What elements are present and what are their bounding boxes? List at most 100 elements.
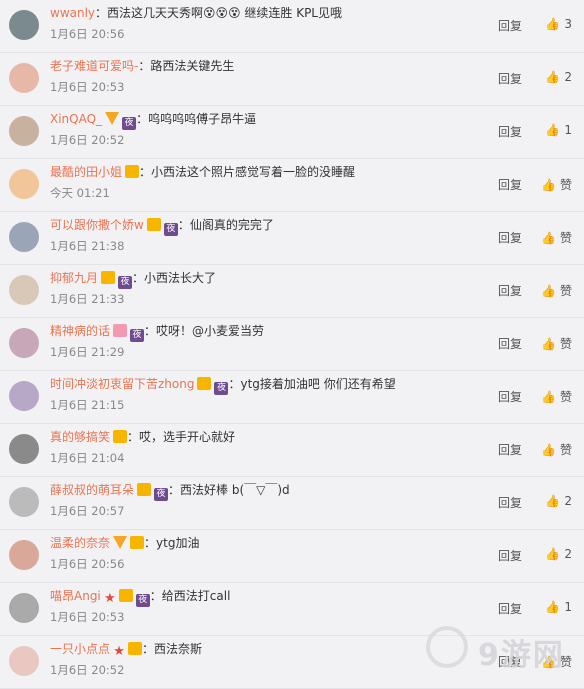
like-button[interactable]: 👍 2 (545, 494, 572, 508)
avatar[interactable] (9, 116, 39, 146)
comment-line: 喵昂Angi ★ 夜：给西法打call (50, 588, 474, 607)
avatar[interactable] (9, 328, 39, 358)
avatar[interactable] (9, 275, 39, 305)
night-badge-icon: 夜 (154, 488, 169, 501)
like-count: 1 (564, 600, 572, 614)
like-button[interactable]: 👍 1 (545, 600, 572, 614)
avatar[interactable] (9, 487, 39, 517)
comment-row: 真的够搞笑 ：哎，选手开心就好 1月6日 21:04 回复 👍 赞 (0, 424, 584, 477)
like-count: 赞 (559, 337, 572, 351)
reply-button[interactable]: 回复 (498, 229, 522, 246)
username-link[interactable]: 一只小点点 (50, 642, 110, 656)
comment-text: 西法这几天天秀啊😵😵😵 继续连胜 KPL见哦 (107, 6, 342, 20)
reply-button[interactable]: 回复 (498, 176, 522, 193)
like-button[interactable]: 👍 赞 (541, 282, 572, 299)
watermark-logo-icon (426, 626, 468, 668)
v-badge-icon (105, 112, 120, 125)
like-count: 赞 (559, 178, 572, 192)
crown-badge-icon (101, 271, 116, 284)
thumbs-up-icon: 👍 (541, 178, 556, 192)
thumbs-up-icon: 👍 (545, 547, 561, 561)
comment-text: 西法好棒 b(￣▽￣)d (180, 483, 290, 497)
reply-button[interactable]: 回复 (498, 494, 522, 511)
comment-text: ytg加油 (156, 536, 200, 550)
username-link[interactable]: 老子难道可爱吗- (50, 59, 138, 73)
avatar[interactable] (9, 593, 39, 623)
like-button[interactable]: 👍 3 (545, 17, 572, 31)
comment-line: 精神病的话 夜：哎呀！@小麦爱当劳 (50, 323, 474, 342)
like-count: 2 (564, 547, 572, 561)
comment-text: 给西法打call (161, 589, 231, 603)
comment-line: 可以跟你撒个娇w 夜：仙阁真的完完了 (50, 217, 474, 236)
colon-separator: ： (228, 377, 241, 391)
username-link[interactable]: 可以跟你撒个娇w (50, 218, 144, 232)
comment-time: 1月6日 20:57 (50, 504, 125, 518)
avatar[interactable] (9, 646, 39, 676)
reply-button[interactable]: 回复 (498, 388, 522, 405)
crown-badge-icon (113, 430, 128, 443)
thumbs-up-icon: 👍 (541, 390, 556, 404)
like-button[interactable]: 👍 赞 (541, 176, 572, 193)
star-badge-icon: ★ (113, 644, 125, 659)
colon-separator: ： (132, 271, 145, 285)
username-link[interactable]: 精神病的话 (50, 324, 110, 338)
username-link[interactable]: 喵昂Angi (50, 589, 101, 603)
thumbs-up-icon: 👍 (541, 337, 556, 351)
reply-button[interactable]: 回复 (498, 600, 522, 617)
username-link[interactable]: 真的够搞笑 (50, 430, 110, 444)
like-count: 赞 (559, 231, 572, 245)
comment-line: 时间冲淡初衷留下苦zhong 夜：ytg接着加油吧 你们还有希望 (50, 376, 474, 395)
reply-button[interactable]: 回复 (498, 547, 522, 564)
like-button[interactable]: 👍 赞 (541, 441, 572, 458)
username-link[interactable]: XinQAQ_ (50, 112, 102, 126)
colon-separator: ： (144, 536, 157, 550)
avatar[interactable] (9, 169, 39, 199)
reply-button[interactable]: 回复 (498, 335, 522, 352)
username-link[interactable]: 抑郁九月 (50, 271, 98, 285)
crown-badge-icon (137, 483, 152, 496)
like-button[interactable]: 👍 1 (545, 123, 572, 137)
thumbs-up-icon: 👍 (541, 231, 556, 245)
username-link[interactable]: 时间冲淡初衷留下苦zhong (50, 377, 194, 391)
comment-text: 呜呜呜呜傅子昂牛逼 (148, 112, 257, 126)
avatar[interactable] (9, 434, 39, 464)
colon-separator: ： (149, 589, 162, 603)
like-button[interactable]: 👍 2 (545, 547, 572, 561)
comment-row: 最酷的田小姐 ：小西法这个照片感觉写着一脸的没睡醒 今天 01:21 回复 👍 赞 (0, 159, 584, 212)
like-button[interactable]: 👍 赞 (541, 335, 572, 352)
comment-list: wwanly：西法这几天天秀啊😵😵😵 继续连胜 KPL见哦 1月6日 20:56… (0, 0, 584, 689)
colon-separator: ： (138, 59, 151, 73)
comment-time: 1月6日 21:29 (50, 345, 125, 359)
v-badge-icon (113, 536, 128, 549)
comment-text: 西法奈斯 (154, 642, 203, 656)
avatar[interactable] (9, 540, 39, 570)
like-count: 3 (564, 17, 572, 31)
like-count: 赞 (559, 284, 572, 298)
username-link[interactable]: 薛叔叔的萌耳朵 (50, 483, 134, 497)
colon-separator: ： (177, 218, 190, 232)
avatar[interactable] (9, 381, 39, 411)
comment-time: 1月6日 20:53 (50, 610, 125, 624)
username-link[interactable]: wwanly (50, 6, 95, 20)
reply-button[interactable]: 回复 (498, 70, 522, 87)
reply-button[interactable]: 回复 (498, 17, 522, 34)
username-link[interactable]: 最酷的田小姐 (50, 165, 122, 179)
avatar[interactable] (9, 10, 39, 40)
avatar[interactable] (9, 222, 39, 252)
reply-button[interactable]: 回复 (498, 282, 522, 299)
comment-row: wwanly：西法这几天天秀啊😵😵😵 继续连胜 KPL见哦 1月6日 20:56… (0, 0, 584, 53)
reply-button[interactable]: 回复 (498, 123, 522, 140)
username-link[interactable]: 温柔的奈奈 (50, 536, 110, 550)
comment-text: 路西法关键先生 (150, 59, 235, 73)
like-button[interactable]: 👍 赞 (541, 229, 572, 246)
comment-row: 可以跟你撒个娇w 夜：仙阁真的完完了 1月6日 21:38 回复 👍 赞 (0, 212, 584, 265)
like-button[interactable]: 👍 2 (545, 70, 572, 84)
comment-text: ytg接着加油吧 你们还有希望 (240, 377, 396, 391)
reply-button[interactable]: 回复 (498, 441, 522, 458)
comment-line: wwanly：西法这几天天秀啊😵😵😵 继续连胜 KPL见哦 (50, 5, 474, 21)
like-count: 1 (564, 123, 572, 137)
comment-time: 1月6日 20:53 (50, 80, 125, 94)
crown-badge-icon (125, 165, 140, 178)
like-button[interactable]: 👍 赞 (541, 388, 572, 405)
avatar[interactable] (9, 63, 39, 93)
